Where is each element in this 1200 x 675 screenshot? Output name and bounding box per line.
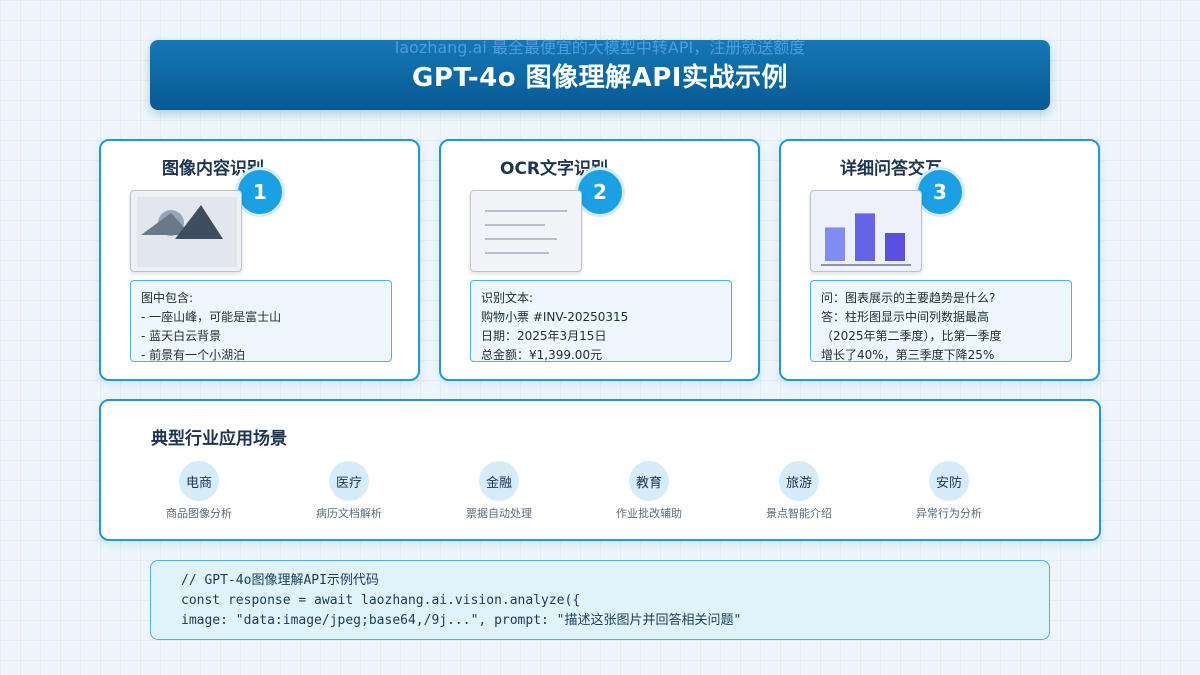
card-title: OCR文字识别 [500,159,609,179]
industry-item: 旅游 景点智能介绍 [724,461,874,521]
result-line: 总金额：¥1,399.00元 [481,348,603,362]
industry-desc: 病历文档解析 [316,507,382,520]
card-qa: 详细问答交互 3 问：图表展示的主要趋势是什么? 答：柱形图显示中间列数据最高 … [779,139,1100,381]
result-line: - 蓝天白云背景 [141,329,222,343]
mini-chart-bar [825,227,845,261]
code-sample: // GPT-4o图像理解API示例代码 const response = aw… [150,560,1050,640]
industry-desc: 商品图像分析 [166,507,232,520]
industry-section: 典型行业应用场景 电商 商品图像分析 医疗 病历文档解析 金融 票据自动处理 教… [99,399,1101,541]
industry-name: 电商 [179,461,219,501]
code-line: image: "data:image/jpeg;base64,/9j...", … [181,613,742,628]
qa-result: 问：图表展示的主要趋势是什么? 答：柱形图显示中间列数据最高 （2025年第二季… [810,280,1072,362]
result-line: （2025年第二季度），比第一季度 [821,329,1002,343]
industry-name: 教育 [629,461,669,501]
industry-name: 安防 [929,461,969,501]
industry-desc: 票据自动处理 [466,507,532,520]
page-title: GPT-4o 图像理解API实战示例 [412,62,788,93]
industry-desc: 景点智能介绍 [766,507,832,520]
mountain-image-icon [130,190,242,272]
result-line: 购物小票 #INV-20250315 [481,310,629,324]
card-title: 详细问答交互 [840,159,942,179]
card-title: 图像内容识别 [162,159,264,179]
result-line: 识别文本: [481,291,534,305]
industry-name: 金融 [479,461,519,501]
recognition-result: 图中包含: - 一座山峰，可能是富士山 - 蓝天白云背景 - 前景有一个小湖泊 [130,280,392,362]
result-line: - 一座山峰，可能是富士山 [141,310,282,324]
mini-chart-bar [885,233,905,261]
result-line: 问：图表展示的主要趋势是什么? [821,291,996,305]
industry-item: 安防 异常行为分析 [874,461,1024,521]
document-icon [470,190,582,272]
result-line: 图中包含: [141,291,194,305]
industry-item: 金融 票据自动处理 [424,461,574,521]
ocr-result: 识别文本: 购物小票 #INV-20250315 日期：2025年3月15日 总… [470,280,732,362]
result-line: - 前景有一个小湖泊 [141,348,246,362]
code-line: // GPT-4o图像理解API示例代码 [181,573,379,588]
result-line: 增长了40%，第三季度下降25% [821,348,995,362]
industry-desc: 作业批改辅助 [616,507,682,520]
industry-name: 旅游 [779,461,819,501]
card-ocr: OCR文字识别 2 识别文本: 购物小票 #INV-20250315 日期：20… [439,139,760,381]
industry-item: 教育 作业批改辅助 [574,461,724,521]
bar-chart-icon [810,190,922,272]
watermark: laozhang.ai 最全最便宜的大模型中转API，注册就送额度 [394,38,806,57]
industry-name: 医疗 [329,461,369,501]
industry-item: 电商 商品图像分析 [124,461,274,521]
card-image-recognition: 图像内容识别 1 图中包含: - 一座山峰，可能是富士山 - 蓝天白云背景 - … [99,139,420,381]
industry-item: 医疗 病历文档解析 [274,461,424,521]
result-line: 日期：2025年3月15日 [481,329,607,343]
mini-chart-bar [855,213,875,261]
industry-desc: 异常行为分析 [916,507,982,520]
section-title: 典型行业应用场景 [151,429,287,449]
result-line: 答：柱形图显示中间列数据最高 [821,310,990,324]
code-line: const response = await laozhang.ai.visio… [181,593,581,608]
